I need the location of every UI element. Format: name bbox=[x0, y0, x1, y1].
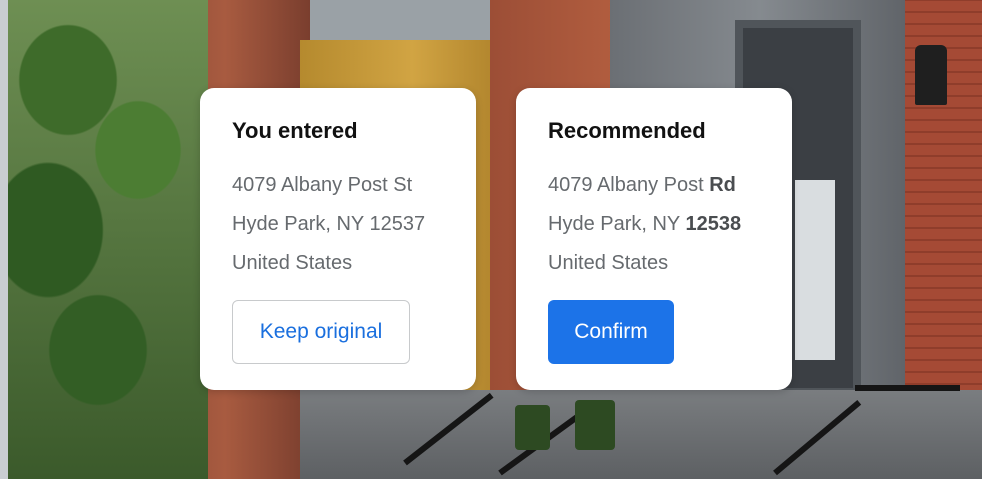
stair-railing bbox=[855, 385, 960, 391]
background-photo bbox=[0, 0, 982, 479]
trees bbox=[8, 0, 208, 479]
changed-street-suffix: Rd bbox=[709, 174, 736, 197]
plant-pot bbox=[575, 400, 615, 450]
entered-address-line-3: United States bbox=[232, 252, 353, 275]
entered-address-line-2: Hyde Park, NY 12537 bbox=[232, 213, 426, 236]
entered-address-card: You entered 4079 Albany Post St Hyde Par… bbox=[200, 88, 476, 390]
entered-address-line-1: 4079 Albany Post St bbox=[232, 174, 413, 197]
recommended-card-title: Recommended bbox=[548, 118, 706, 143]
recommended-address-line-1: 4079 Albany Post Rd bbox=[548, 166, 760, 205]
left-edge-strip bbox=[0, 0, 8, 479]
changed-zip-code: 12538 bbox=[685, 213, 742, 236]
plant-pot bbox=[515, 405, 550, 450]
wall-lamp-icon bbox=[915, 45, 947, 105]
recommended-address-card: Recommended 4079 Albany Post Rd Hyde Par… bbox=[516, 88, 792, 390]
stoop-steps bbox=[300, 390, 982, 479]
entered-card-title: You entered bbox=[232, 118, 358, 143]
address-text: 4079 Albany Post bbox=[548, 174, 710, 197]
keep-original-button[interactable]: Keep original bbox=[232, 300, 410, 364]
window-curtain bbox=[795, 180, 835, 360]
confirm-button[interactable]: Confirm bbox=[548, 300, 674, 364]
address-text: Hyde Park, NY bbox=[548, 213, 686, 236]
recommended-address-line-2: Hyde Park, NY 12538 bbox=[548, 205, 760, 244]
recommended-address-line-3: United States bbox=[548, 252, 669, 275]
